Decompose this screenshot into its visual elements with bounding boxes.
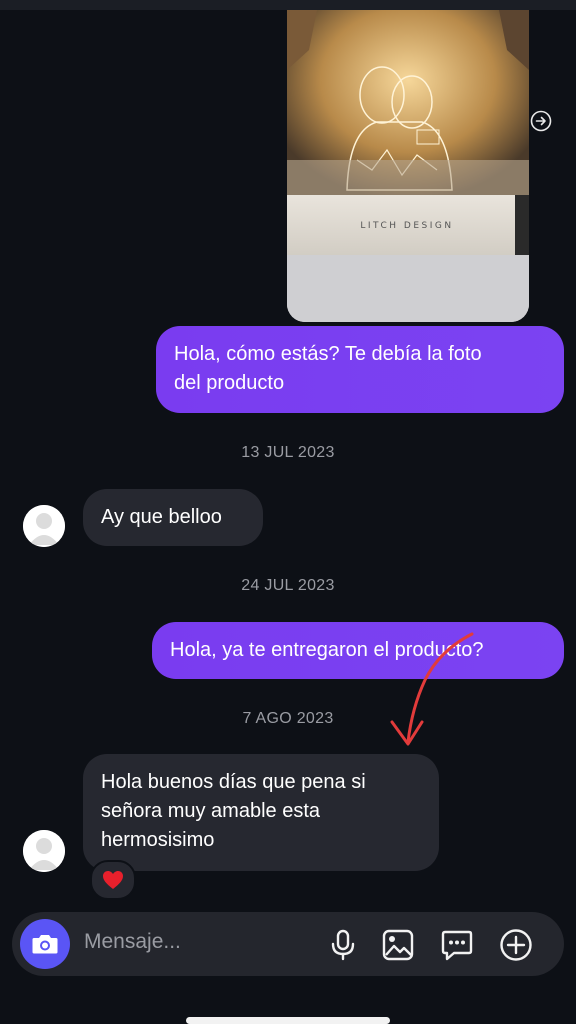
heart-icon (103, 871, 123, 889)
date-separator: 13 JUL 2023 (241, 444, 335, 461)
avatar-placeholder-icon (23, 830, 65, 872)
box-brand-text: LITCH DESIGN (360, 221, 453, 231)
share-icon[interactable] (530, 110, 552, 132)
message-text-line: Hola, cómo estás? Te debía la foto (174, 343, 482, 365)
message-text-line: Ay que belloo (101, 506, 222, 528)
incoming-message-2[interactable]: Hola buenos días que pena si señora muy … (83, 754, 439, 871)
avatar[interactable] (23, 830, 65, 872)
date-separator: 24 JUL 2023 (241, 577, 335, 594)
avatar-placeholder-icon (23, 505, 65, 547)
microphone-icon[interactable] (326, 928, 360, 962)
shared-product-photo[interactable]: LITCH DESIGN (287, 10, 529, 322)
reaction-badge[interactable] (90, 860, 136, 900)
gallery-icon[interactable] (381, 928, 415, 962)
chat-screen: LITCH DESIGN Hola, cómo estás? Te debía … (0, 0, 576, 1024)
plus-icon[interactable] (499, 928, 533, 962)
outgoing-message-2[interactable]: Hola, ya te entregaron el producto? (152, 622, 564, 679)
incoming-message-1[interactable]: Ay que belloo (83, 489, 263, 546)
product-photo-image: LITCH DESIGN (287, 10, 529, 322)
camera-button[interactable] (20, 919, 70, 969)
outgoing-message-1[interactable]: Hola, cómo estás? Te debía la foto del p… (156, 326, 564, 413)
sticker-icon[interactable] (440, 928, 474, 962)
message-text-line: Hola buenos días que pena si (101, 771, 366, 793)
message-input[interactable]: Mensaje... (84, 930, 181, 954)
annotation-arrow (390, 632, 474, 746)
avatar[interactable] (23, 505, 65, 547)
camera-icon (32, 935, 58, 954)
message-composer: Mensaje... (12, 912, 564, 976)
date-separator: 7 AGO 2023 (242, 710, 334, 727)
message-text-line: hermosisimo (101, 829, 215, 851)
message-text-line: señora muy amable esta (101, 800, 321, 822)
home-indicator[interactable] (186, 1017, 390, 1024)
message-text-line: Hola, ya te entregaron el producto? (170, 639, 484, 661)
status-strip (0, 0, 576, 10)
message-text-line: del producto (174, 372, 285, 394)
